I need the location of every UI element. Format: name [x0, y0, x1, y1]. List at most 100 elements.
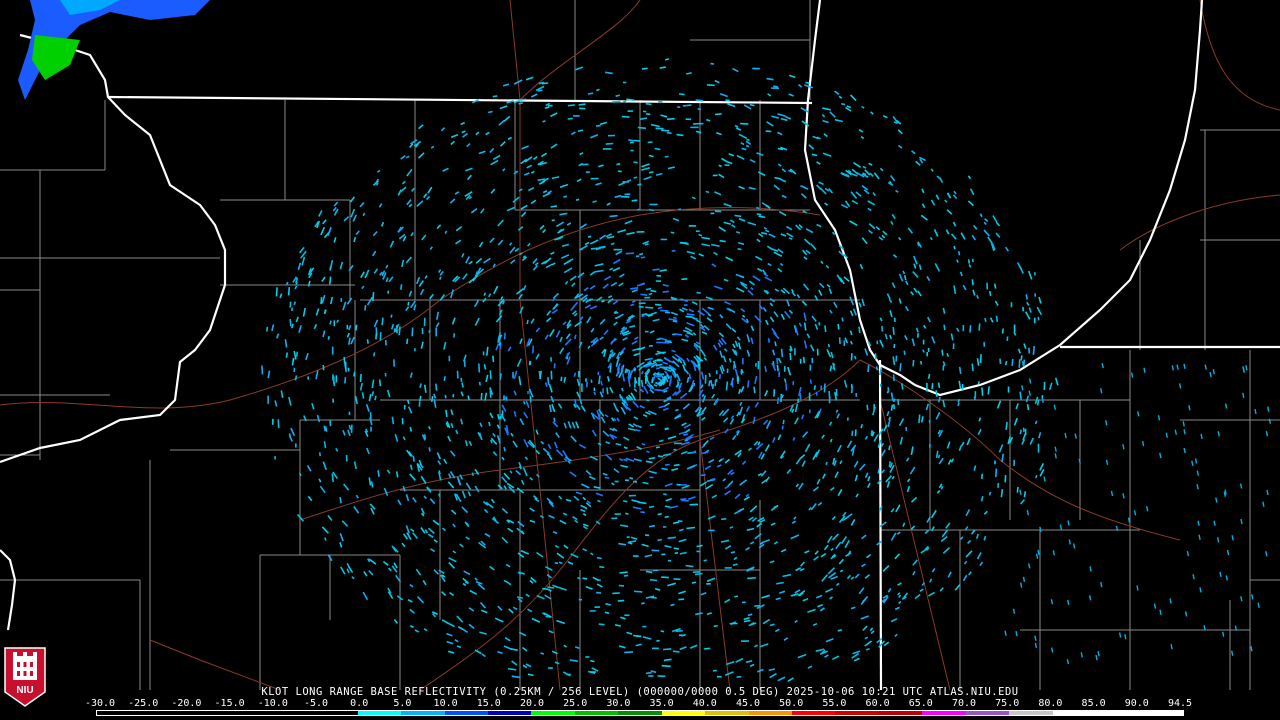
- echo-streak: [1174, 429, 1177, 435]
- echo-streak: [677, 106, 681, 109]
- echo-streak: [590, 247, 599, 250]
- echo-streak: [1186, 550, 1190, 557]
- echo-streak: [371, 391, 375, 397]
- echo-streak: [648, 505, 655, 509]
- echo-streak: [587, 235, 592, 238]
- echo-streak: [435, 383, 438, 391]
- colorbar-segment: [444, 711, 488, 715]
- echo-streak: [490, 439, 493, 444]
- echo-streak: [1194, 458, 1198, 464]
- echo-streak: [391, 416, 395, 425]
- echo-streak: [619, 571, 628, 574]
- echo-streak: [1209, 371, 1212, 378]
- echo-streak: [1100, 581, 1103, 588]
- echo-streak: [1078, 458, 1081, 464]
- colorbar-tick-label: -5.0: [303, 698, 329, 709]
- echo-streak: [275, 287, 278, 297]
- echo-streak: [1050, 647, 1054, 653]
- echo-streak: [789, 352, 792, 361]
- echo-streak: [645, 287, 652, 291]
- echo-streak: [542, 120, 546, 123]
- echo-streak: [1196, 470, 1199, 476]
- echo-streak: [1037, 549, 1040, 555]
- echo-streak: [1137, 411, 1140, 417]
- echo-streak: [1157, 415, 1161, 421]
- echo-streak: [641, 314, 645, 318]
- echo-streak: [359, 373, 362, 382]
- echo-streak: [661, 664, 671, 668]
- colorbar-tick-label: 55.0: [822, 698, 847, 709]
- echo-streak: [851, 430, 854, 436]
- echo-streak: [478, 363, 481, 373]
- echo-streak: [1105, 420, 1108, 426]
- echo-streak: [655, 446, 660, 449]
- echo-streak: [675, 408, 679, 412]
- echo-streak: [624, 651, 634, 654]
- colorbar-segment: [1139, 711, 1183, 715]
- echo-streak: [892, 404, 896, 410]
- echo-streak: [1182, 421, 1185, 427]
- echo-streak: [623, 446, 628, 450]
- echo-streak: [1053, 404, 1056, 410]
- echo-streak: [1089, 566, 1092, 572]
- echo-streak: [1034, 635, 1037, 641]
- echo-streak: [1021, 361, 1025, 367]
- echo-streak: [1226, 549, 1230, 556]
- echo-streak: [1105, 459, 1109, 466]
- echo-streak: [633, 139, 641, 142]
- echo-streak: [655, 367, 660, 370]
- echo-streak: [823, 383, 826, 393]
- colorbar-tick-label: -25.0: [128, 698, 159, 709]
- echo-streak: [976, 358, 980, 366]
- niu-logo-icon: NIU: [4, 647, 46, 707]
- echo-streak: [616, 367, 620, 376]
- echo-streak: [697, 107, 702, 111]
- colorbar-tick-labels: -30.0 -25.0 -20.0 -15.0 -10.0 -5.0 0.0 5.0 10.0 1…: [85, 698, 1192, 710]
- echo-streak: [971, 363, 974, 372]
- echo-streak: [892, 374, 895, 382]
- echo-streak: [364, 304, 367, 311]
- echo-streak: [661, 467, 668, 471]
- echo-streak: [1197, 520, 1200, 526]
- echo-streak: [841, 103, 846, 106]
- echo-streak: [1143, 367, 1146, 373]
- echo-streak: [567, 117, 573, 120]
- echo-streak: [670, 231, 675, 234]
- echo-streak: [899, 363, 902, 372]
- echo-streak: [714, 113, 722, 116]
- echo-streak: [663, 658, 672, 662]
- echo-streak: [645, 102, 652, 106]
- echo-streak: [981, 387, 984, 396]
- echo-streak: [664, 427, 669, 430]
- echo-streak: [616, 162, 621, 166]
- echo-streak: [802, 356, 806, 364]
- echo-streak: [596, 556, 602, 560]
- colorbar-tick-label: 5.0: [393, 698, 412, 709]
- echo-streak: [890, 404, 894, 411]
- echo-streak: [937, 454, 941, 459]
- echo-streak: [1183, 447, 1186, 454]
- colorbar-segment: [357, 711, 402, 715]
- echo-streak: [1204, 364, 1207, 370]
- echo-streak: [719, 239, 726, 243]
- echo-streak: [648, 524, 656, 528]
- echo-streak: [445, 409, 448, 418]
- echo-streak: [918, 414, 921, 424]
- echo-streak: [1066, 658, 1070, 665]
- echo-streak: [1200, 433, 1203, 440]
- echo-streak: [499, 373, 502, 380]
- echo-streak: [553, 417, 556, 422]
- echo-streak: [641, 602, 645, 605]
- echo-streak: [1011, 358, 1014, 366]
- echo-streak: [1265, 430, 1269, 437]
- echo-streak: [940, 485, 944, 490]
- echo-streak: [438, 493, 441, 497]
- echo-streak: [625, 252, 635, 255]
- echo-streak: [1262, 501, 1265, 507]
- echo-streak: [1176, 364, 1179, 370]
- echo-streak: [713, 624, 718, 628]
- echo-streak: [541, 82, 549, 85]
- echo-streak: [596, 88, 600, 92]
- echo-streak: [625, 512, 629, 516]
- echo-streak: [969, 325, 972, 333]
